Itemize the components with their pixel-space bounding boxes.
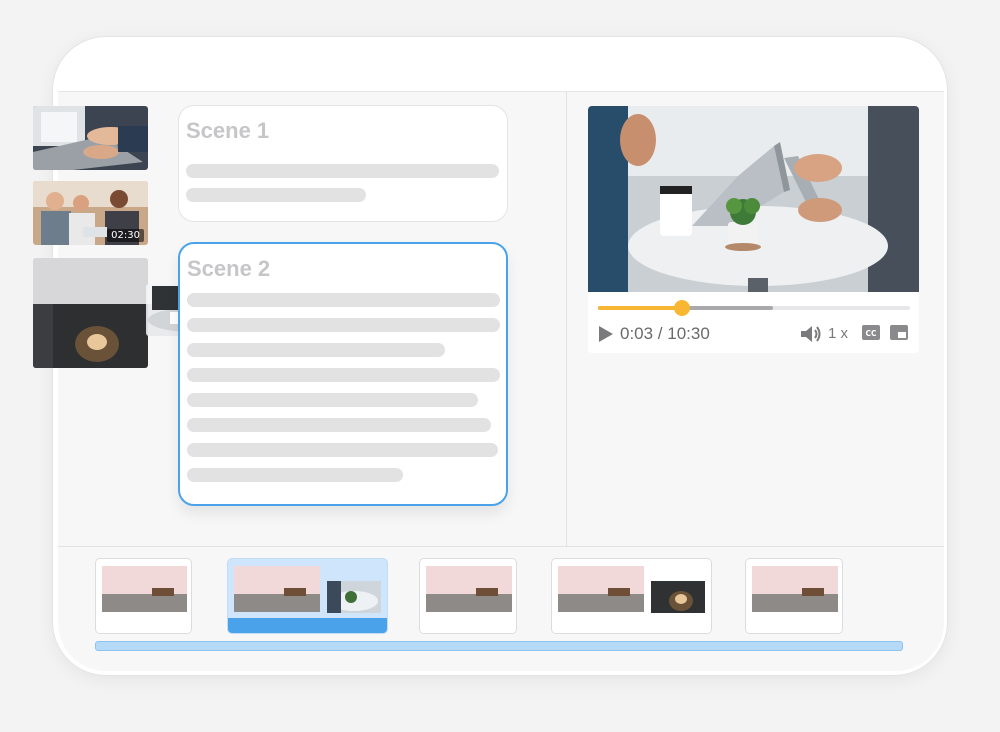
clip-footer <box>746 618 842 633</box>
timeline-clip[interactable] <box>745 558 843 634</box>
text-placeholder-line <box>187 293 500 307</box>
timeline-clip[interactable] <box>419 558 517 634</box>
scene-card-1[interactable]: Scene 1 <box>178 105 508 222</box>
seek-bar[interactable] <box>598 300 910 316</box>
clip-footer <box>228 618 387 633</box>
timeline-scrollbar[interactable] <box>95 641 903 651</box>
volume-icon[interactable] <box>800 324 822 349</box>
vertical-divider <box>566 91 567 546</box>
media-thumb-coffee[interactable] <box>33 258 148 368</box>
seek-handle[interactable] <box>674 300 691 316</box>
horizontal-divider <box>58 546 944 547</box>
text-placeholder-line <box>187 318 500 332</box>
cc-icon[interactable]: CC <box>862 325 880 345</box>
time-display: 0:03 / 10:30 <box>620 324 710 343</box>
picture-in-picture-icon[interactable] <box>890 325 908 345</box>
timeline-clip-selected[interactable] <box>227 558 388 634</box>
clip-footer <box>96 618 191 633</box>
text-placeholder-line <box>187 418 491 432</box>
text-placeholder-line <box>187 368 500 382</box>
text-placeholder-line <box>187 393 478 407</box>
timeline-clip[interactable] <box>551 558 712 634</box>
duration-badge: 02:30 <box>107 229 144 242</box>
play-icon[interactable] <box>598 325 614 348</box>
video-preview[interactable] <box>588 106 919 292</box>
clip-footer <box>420 618 516 633</box>
text-placeholder-line <box>187 443 498 457</box>
progress-fill <box>598 306 683 310</box>
text-placeholder-line <box>186 164 499 178</box>
player-controls: 0:03 / 10:30 1 x CC <box>598 321 910 347</box>
scene-title: Scene 2 <box>187 256 271 281</box>
media-thumb-meeting[interactable]: 02:30 <box>33 181 148 245</box>
media-thumb-typing[interactable] <box>33 106 148 170</box>
video-player: 0:03 / 10:30 1 x CC <box>588 106 919 353</box>
timeline-clip[interactable] <box>95 558 192 634</box>
text-placeholder-line <box>187 468 403 482</box>
scene-card-2[interactable]: Scene 2 <box>178 242 508 506</box>
svg-text:CC: CC <box>865 329 877 338</box>
text-placeholder-line <box>187 343 445 357</box>
text-placeholder-line <box>186 188 366 202</box>
clip-footer <box>552 618 711 633</box>
scene-title: Scene 1 <box>186 118 270 143</box>
playback-speed[interactable]: 1 x <box>828 325 848 342</box>
